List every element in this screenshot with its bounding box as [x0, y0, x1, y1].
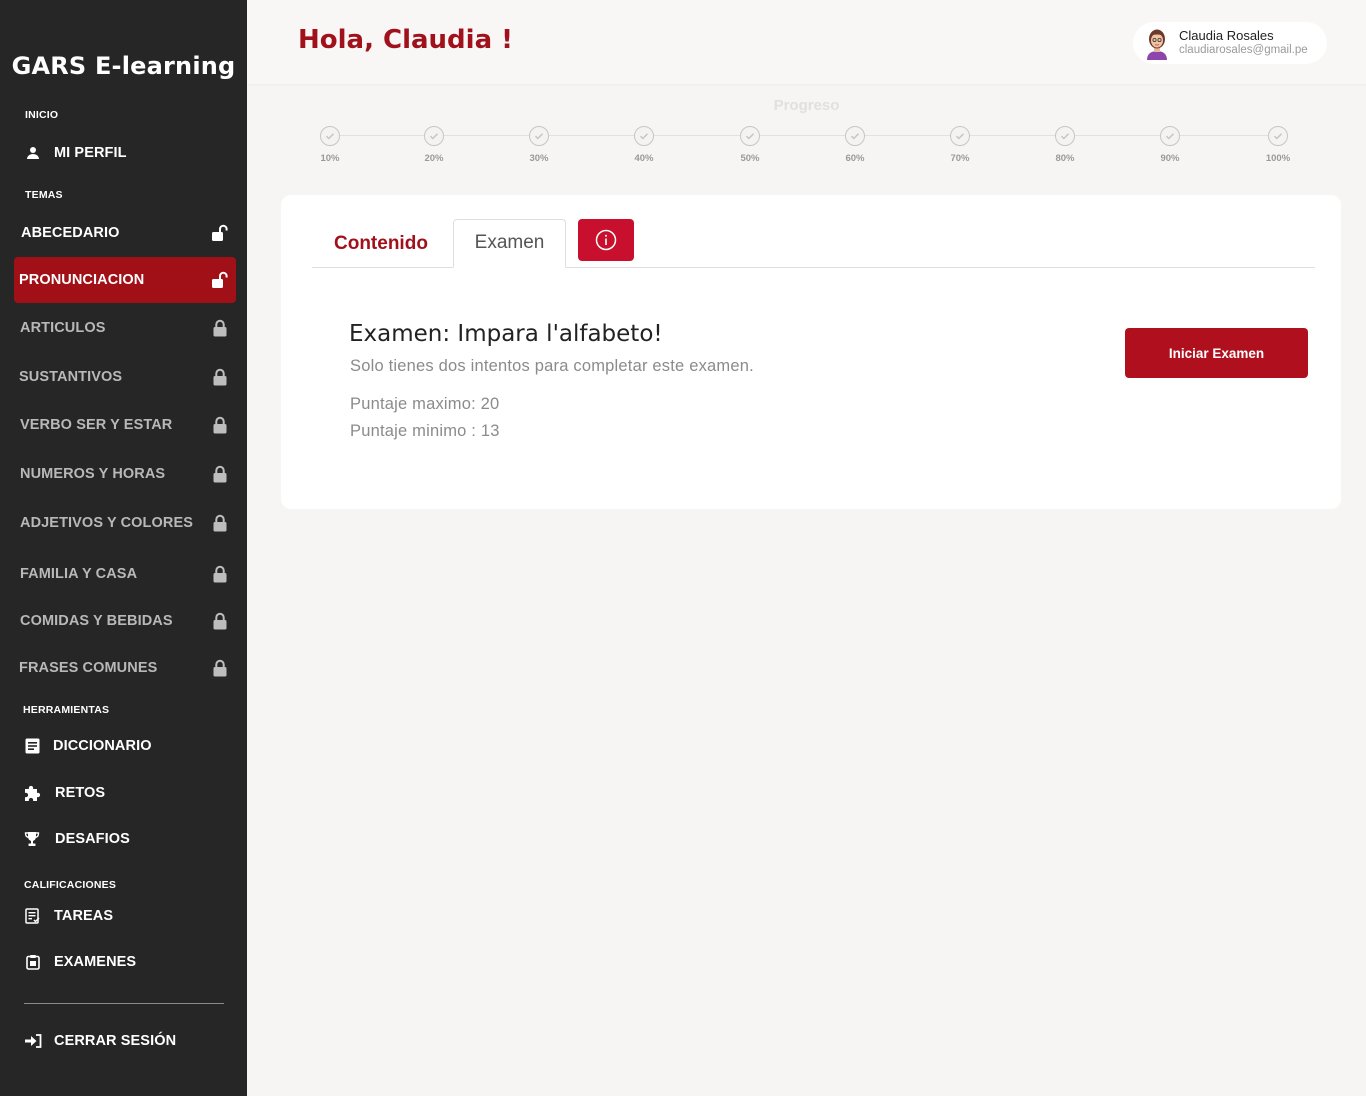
topic-articulos[interactable]: ARTICULOS: [14, 305, 236, 351]
topic-label: COMIDAS Y BEBIDAS: [20, 613, 173, 629]
start-exam-button[interactable]: Iniciar Examen: [1125, 328, 1308, 378]
topic-label: ARTICULOS: [20, 320, 106, 336]
nav-cerrar-sesion[interactable]: CERRAR SESIÓN: [14, 1018, 236, 1064]
progress-step-label: 60%: [845, 153, 865, 164]
puzzle-icon: [23, 784, 41, 802]
exam-card: Contenido Examen Examen: Impara l'alfabe…: [281, 195, 1341, 509]
nav-diccionario[interactable]: DICCIONARIO: [14, 723, 236, 769]
topic-comidas-y-bebidas[interactable]: COMIDAS Y BEBIDAS: [14, 598, 236, 644]
header: Hola, Claudia ! Claudia Rosales claudiar…: [247, 0, 1366, 84]
progress-step-label: 40%: [634, 153, 654, 164]
nav-mi-perfil[interactable]: MI PERFIL: [14, 130, 236, 176]
nav-desafios[interactable]: DESAFIOS: [14, 816, 236, 862]
nav-retos[interactable]: RETOS: [14, 770, 236, 816]
progress-step-label: 50%: [740, 153, 760, 164]
avatar: [1147, 29, 1167, 60]
user-info: Claudia Rosales claudiarosales@gmail.pe: [1179, 28, 1308, 58]
nav-label: DICCIONARIO: [53, 738, 152, 754]
logout-icon: [24, 1032, 42, 1050]
lock-icon: [213, 319, 227, 337]
lock-icon: [213, 612, 227, 630]
nav-label: RETOS: [55, 785, 106, 801]
user-profile-chip[interactable]: Claudia Rosales claudiarosales@gmail.pe: [1133, 22, 1327, 64]
topic-numeros-y-horas[interactable]: NUMEROS Y HORAS: [14, 451, 236, 497]
nav-label: MI PERFIL: [54, 145, 127, 161]
progress-step-label: 70%: [950, 153, 970, 164]
tab-examen[interactable]: Examen: [453, 219, 566, 268]
lock-icon: [213, 565, 227, 583]
topic-pronunciacion[interactable]: PRONUNCIACION: [14, 257, 236, 303]
section-inicio: INICIO: [25, 109, 59, 121]
progress-step-check-icon: [1268, 126, 1288, 146]
topic-label: SUSTANTIVOS: [19, 369, 123, 385]
progress-step-label: 10%: [320, 153, 340, 164]
unlock-icon: [212, 224, 228, 241]
exam-title: Examen: Impara l'alfabeto!: [349, 321, 663, 347]
topic-label: VERBO SER Y ESTAR: [20, 417, 173, 433]
progress-step-check-icon: [1160, 126, 1180, 146]
nav-label: CERRAR SESIÓN: [54, 1033, 177, 1049]
topic-label: FRASES COMUNES: [19, 660, 158, 676]
progress-step-check-icon: [529, 126, 549, 146]
exam-subtitle: Solo tienes dos intentos para completar …: [350, 357, 754, 375]
sidebar-divider: [24, 1003, 224, 1004]
brand-logo: GARS E-learning: [11, 52, 236, 80]
nav-label: EXAMENES: [54, 954, 137, 970]
topic-abecedario[interactable]: ABECEDARIO: [14, 210, 236, 256]
progress-step-check-icon: [845, 126, 865, 146]
user-name: Claudia Rosales: [1179, 28, 1274, 43]
info-icon: [595, 229, 617, 251]
progress-step-label: 30%: [529, 153, 549, 164]
topic-label: ABECEDARIO: [21, 225, 120, 241]
trophy-icon: [23, 830, 41, 848]
exam-max-score: Puntaje maximo: 20: [350, 395, 500, 413]
progress-step-label: 20%: [424, 153, 444, 164]
progress-step-check-icon: [950, 126, 970, 146]
unlock-icon: [212, 271, 228, 288]
section-calificaciones: CALIFICACIONES: [24, 879, 117, 891]
progress-step-check-icon: [634, 126, 654, 146]
topic-sustantivos[interactable]: SUSTANTIVOS: [14, 354, 236, 400]
topic-frases-comunes[interactable]: FRASES COMUNES: [14, 645, 236, 691]
topic-label: NUMEROS Y HORAS: [20, 466, 166, 482]
topic-label: FAMILIA Y CASA: [20, 566, 138, 582]
progress-step-label: 90%: [1160, 153, 1180, 164]
topic-familia-y-casa[interactable]: FAMILIA Y CASA: [14, 551, 236, 597]
lock-icon: [213, 514, 227, 532]
topic-label: ADJETIVOS Y COLORES: [20, 515, 193, 531]
sidebar: GARS E-learning INICIO MI PERFIL TEMAS A…: [0, 0, 247, 1096]
progress-step-check-icon: [320, 126, 340, 146]
progress-step-check-icon: [1055, 126, 1075, 146]
user-email: claudiarosales@gmail.pe: [1179, 44, 1308, 56]
progress-step-label: 100%: [1265, 153, 1291, 164]
topic-verbo-ser-y-estar[interactable]: VERBO SER Y ESTAR: [14, 402, 236, 448]
book-icon: [23, 737, 41, 755]
progress-step-label: 80%: [1055, 153, 1075, 164]
section-herramientas: HERRAMIENTAS: [23, 704, 110, 716]
progress-title: Progreso: [773, 97, 840, 114]
lock-icon: [213, 659, 227, 677]
info-button[interactable]: [578, 219, 634, 261]
assignment-icon: [24, 907, 42, 925]
topic-label: PRONUNCIACION: [19, 272, 145, 288]
clipboard-icon: [24, 953, 42, 971]
nav-examenes[interactable]: EXAMENES: [14, 939, 236, 985]
tab-contenido[interactable]: Contenido: [334, 233, 428, 255]
exam-min-score: Puntaje minimo : 13: [350, 422, 500, 440]
lock-icon: [213, 416, 227, 434]
section-temas: TEMAS: [25, 189, 63, 201]
nav-label: TAREAS: [54, 908, 114, 924]
progress-step-check-icon: [424, 126, 444, 146]
greeting: Hola, Claudia !: [298, 25, 514, 55]
progress-track: [330, 135, 1278, 136]
nav-tareas[interactable]: TAREAS: [14, 893, 236, 939]
nav-label: DESAFIOS: [55, 831, 130, 847]
lock-icon: [213, 465, 227, 483]
user-icon: [24, 144, 42, 162]
lock-icon: [213, 368, 227, 386]
progress-step-check-icon: [740, 126, 760, 146]
topic-adjetivos-y-colores[interactable]: ADJETIVOS Y COLORES: [14, 500, 236, 546]
